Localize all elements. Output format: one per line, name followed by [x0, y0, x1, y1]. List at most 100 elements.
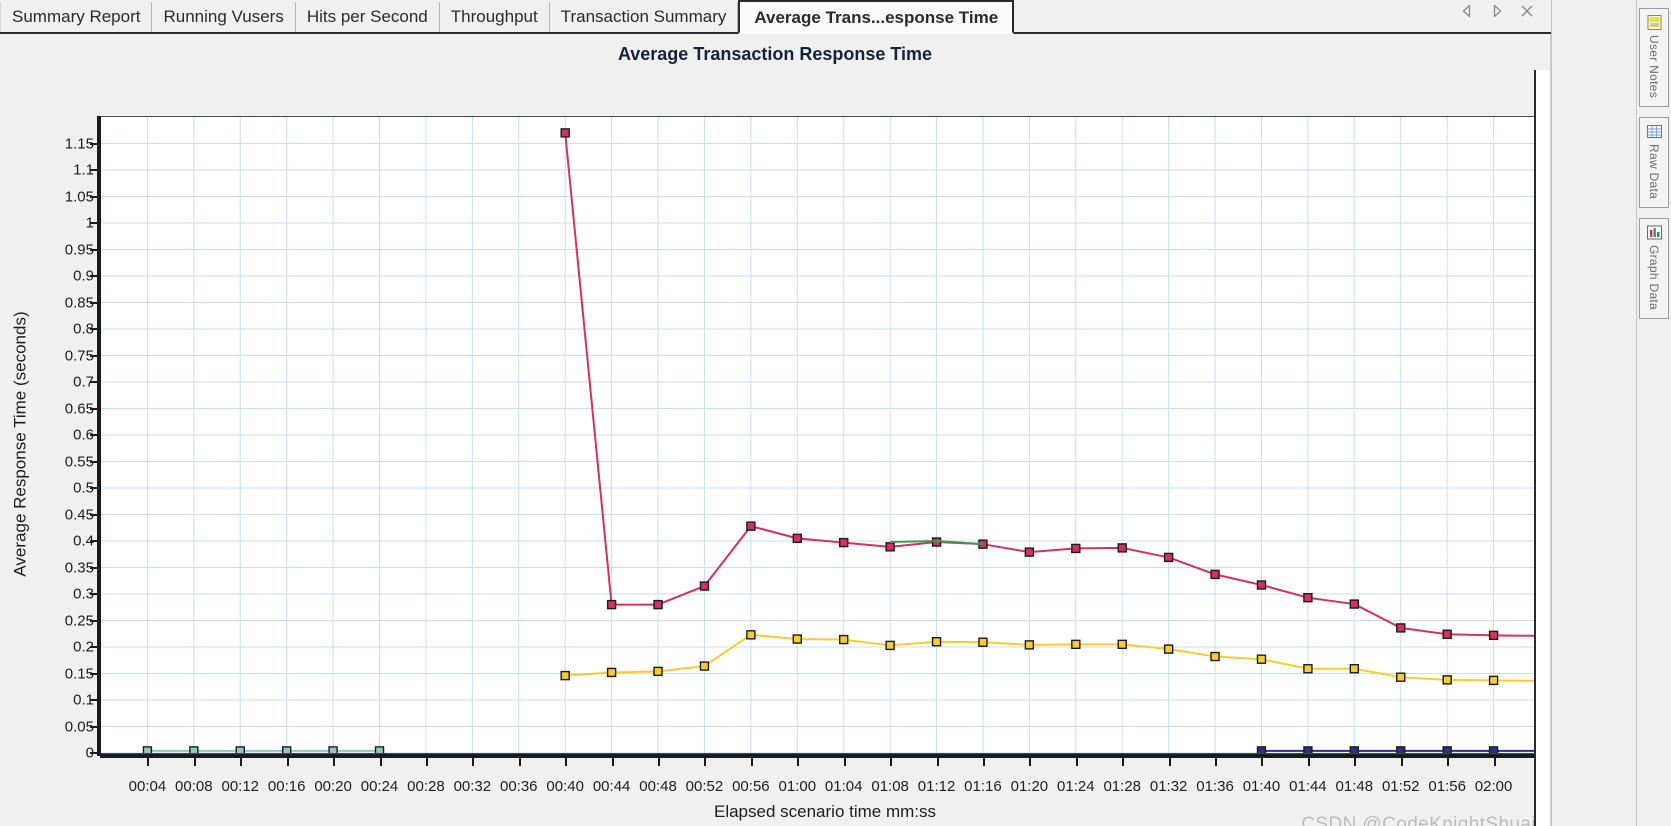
watermark: CSDN @CodeKnightShuai	[1301, 814, 1536, 826]
x-tick-label: 00:48	[639, 778, 677, 795]
plot-area-wrapper	[100, 116, 1541, 754]
x-tick-mark	[1029, 758, 1032, 766]
series-3	[142, 746, 385, 753]
x-tick-label: 00:04	[128, 778, 167, 795]
x-tick-mark	[286, 758, 289, 766]
y-axis-ticks: 00.050.10.150.20.250.30.350.40.450.50.55…	[0, 116, 94, 762]
x-tick-mark	[750, 758, 753, 766]
sidebar-tab-label: Graph Data	[1647, 245, 1661, 311]
tab-average-trans-esponse-time[interactable]: Average Trans...esponse Time	[738, 0, 1015, 34]
sidebar-tab-label: User Notes	[1647, 35, 1661, 99]
y-tick-mark	[90, 619, 98, 622]
x-tick-label: 00:24	[360, 778, 399, 795]
x-tick-mark	[843, 758, 846, 766]
tab-strip: Summary Report Running Vusers Hits per Sec…	[0, 0, 1015, 34]
y-tick-mark	[90, 672, 98, 675]
bars-icon	[1646, 224, 1663, 241]
x-axis-ticks: 00:04 00:08 00:12 00:16 00:20 00:24 00:28 00:32…	[100, 778, 1541, 804]
series-4	[1256, 746, 1540, 753]
right-sidebar: User Notes Raw Data Graph Data	[1551, 0, 1671, 826]
tab-running-vusers[interactable]: Running Vusers	[152, 2, 296, 32]
series-canvas	[101, 117, 1540, 753]
chevron-left-icon[interactable]	[1459, 3, 1475, 19]
chart-title: Average Transaction Response Time	[617, 44, 933, 64]
x-tick-label: 01:48	[1335, 778, 1374, 795]
x-tick-label: 01:52	[1381, 778, 1420, 795]
y-tick-mark	[90, 513, 98, 516]
y-tick-mark	[90, 381, 98, 383]
y-tick-mark	[90, 328, 98, 330]
grid-lines	[101, 117, 1540, 753]
x-tick-mark	[518, 758, 521, 766]
table-icon	[1646, 123, 1663, 140]
y-tick-mark	[90, 301, 98, 304]
x-tick-mark	[379, 758, 382, 766]
x-tick-label: 01:16	[964, 778, 1002, 795]
x-tick-mark	[1493, 758, 1496, 766]
x-tick-label: 00:28	[407, 778, 445, 795]
x-tick-label: 01:36	[1196, 778, 1234, 795]
y-tick-mark	[90, 725, 98, 728]
sidebar-rail: User Notes Raw Data Graph Data	[1637, 0, 1671, 826]
notes-icon	[1646, 14, 1663, 31]
x-tick-mark	[240, 758, 243, 766]
tab-hits-per-second[interactable]: Hits per Second	[295, 2, 440, 32]
x-tick-label: 02:00	[1474, 778, 1513, 795]
tab-summary-report[interactable]: Summary Report	[0, 2, 153, 32]
chevron-right-icon[interactable]	[1489, 3, 1505, 19]
x-tick-mark	[193, 758, 196, 766]
x-tick-mark	[425, 758, 428, 766]
y-tick-mark	[90, 540, 98, 542]
sidebar-tab-raw-data[interactable]: Raw Data	[1639, 117, 1669, 209]
y-tick-mark	[90, 460, 98, 463]
plot-area	[100, 116, 1541, 754]
sidebar-tab-user-notes[interactable]: User Notes	[1639, 8, 1669, 108]
y-tick-mark	[90, 354, 98, 357]
tab-throughput[interactable]: Throughput	[439, 2, 550, 32]
y-tick-mark	[90, 222, 98, 224]
x-tick-label: 01:28	[1103, 778, 1141, 795]
tab-bar: Summary Report Running Vusers Hits per Sec…	[0, 0, 1551, 34]
x-tick-mark	[704, 758, 707, 766]
series-2	[560, 630, 1540, 686]
x-tick-label: 00:44	[592, 778, 631, 795]
y-tick-mark	[90, 487, 98, 489]
x-tick-mark	[658, 758, 661, 766]
x-tick-mark	[1354, 758, 1357, 766]
x-tick-label: 01:24	[1057, 778, 1095, 795]
y-tick-mark	[90, 407, 98, 410]
y-tick-mark	[90, 699, 98, 701]
y-tick-mark	[90, 169, 98, 171]
y-tick-mark	[90, 434, 98, 436]
x-tick-mark	[1307, 758, 1310, 766]
x-tick-mark	[472, 758, 475, 766]
tab-transaction-summary[interactable]: Transaction Summary	[549, 2, 739, 32]
y-tick-mark	[90, 566, 98, 569]
x-tick-mark	[1447, 758, 1450, 766]
x-tick-mark	[333, 758, 336, 766]
data-sheet-edge	[1534, 70, 1550, 826]
x-tick-mark	[1168, 758, 1171, 766]
x-tick-label: 00:56	[732, 778, 770, 795]
x-tick-label: 00:36	[499, 778, 538, 795]
x-tick-mark	[1075, 758, 1078, 766]
chart-panel: Average Transaction Response Time Averag…	[0, 34, 1551, 826]
x-tick-label: 01:04	[824, 778, 863, 795]
tab-nav-controls	[1459, 0, 1551, 32]
y-tick-mark	[90, 752, 98, 754]
y-tick-mark	[90, 593, 98, 595]
x-tick-label: 00:12	[221, 778, 260, 795]
sidebar-tab-label: Raw Data	[1647, 144, 1661, 200]
x-tick-mark	[1261, 758, 1264, 766]
sidebar-tab-graph-data[interactable]: Graph Data	[1639, 218, 1669, 320]
x-tick-mark	[611, 758, 614, 766]
x-tick-label: 01:40	[1242, 778, 1281, 795]
x-tick-mark	[565, 758, 568, 766]
x-tick-label: 01:00	[778, 778, 817, 795]
x-tick-label: 00:40	[546, 778, 584, 795]
x-tick-label: 01:20	[1010, 778, 1049, 795]
y-tick-mark	[90, 248, 98, 251]
close-icon[interactable]	[1519, 3, 1535, 19]
x-tick-mark	[982, 758, 985, 766]
y-tick-mark	[90, 195, 98, 198]
